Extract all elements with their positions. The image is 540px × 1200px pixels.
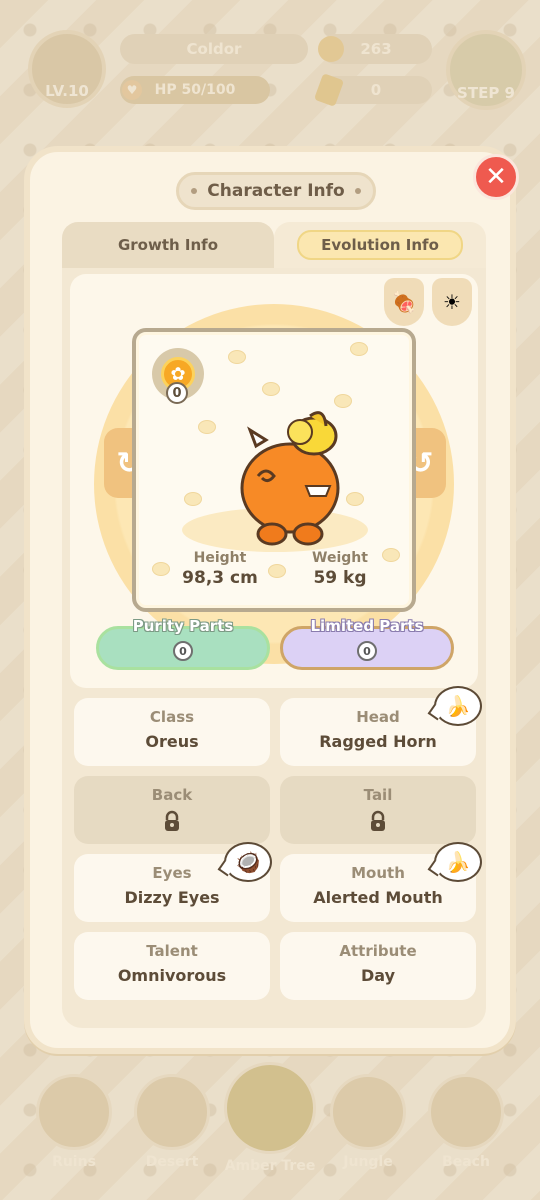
sun-icon[interactable]: ☀ <box>432 278 472 326</box>
step-badge[interactable]: STEP 9 <box>446 30 526 110</box>
weight-label: Weight <box>312 550 368 566</box>
nav-jungle[interactable]: Jungle <box>320 1074 416 1170</box>
character-info-modal: Character Info ✕ Growth Info Evolution I… <box>24 146 519 1054</box>
coin-decor <box>262 382 280 396</box>
level-badge[interactable]: LV.10 <box>28 30 106 108</box>
attr-key: Talent <box>146 942 198 960</box>
height-value: 98,3 cm <box>182 568 258 588</box>
height-stat: Height 98,3 cm <box>160 550 280 588</box>
hp-bar: HP 50/100 <box>120 76 270 104</box>
nav-amber-tree[interactable]: Amber Tree <box>222 1062 318 1174</box>
coconut-icon: 🥥 <box>224 842 272 882</box>
coin-decor <box>350 342 368 356</box>
attr-value: Day <box>360 966 395 985</box>
coin-decor <box>228 350 246 364</box>
ruins-icon <box>36 1074 112 1150</box>
title-dot-left <box>191 188 197 194</box>
modal-title: Character Info <box>176 172 376 210</box>
attr-key: Class <box>149 708 195 726</box>
character-showcase: 🍖 ☀ ↻ ↺ ✿ 0 Height 98,3 cm Weight 59 kg … <box>70 274 478 688</box>
attr-back[interactable]: Back <box>74 776 270 844</box>
tab-growth-info[interactable]: Growth Info <box>62 222 274 268</box>
tree-icon <box>224 1062 316 1154</box>
attr-tail[interactable]: Tail <box>280 776 476 844</box>
attr-value: Ragged Horn <box>319 732 437 751</box>
level-text: LV.10 <box>45 82 89 100</box>
evolution-panel: 🍖 ☀ ↻ ↺ ✿ 0 Height 98,3 cm Weight 59 kg … <box>62 268 486 1028</box>
purity-parts-label: Purity Parts <box>132 617 234 635</box>
nav-label: Desert <box>145 1154 199 1170</box>
attr-attribute[interactable]: Attribute Day <box>280 932 476 1000</box>
coin-decor <box>184 492 202 506</box>
attr-class[interactable]: Class Oreus <box>74 698 270 766</box>
nav-label: Jungle <box>343 1154 393 1170</box>
mini-icons: 🍖 ☀ <box>384 278 472 326</box>
player-name: Coldor <box>120 34 308 64</box>
nav-label: Ruins <box>52 1154 96 1170</box>
close-icon: ✕ <box>485 162 507 192</box>
food-icon[interactable]: 🍖 <box>384 278 424 326</box>
attr-value: Alerted Mouth <box>313 888 443 907</box>
title-dot-right <box>355 188 361 194</box>
modal-title-text: Character Info <box>207 181 345 201</box>
banana-icon: 🍌 <box>434 686 482 726</box>
bottom-nav: Ruins Desert Amber Tree Jungle Beach <box>0 1060 540 1200</box>
nav-ruins[interactable]: Ruins <box>26 1074 122 1170</box>
nav-beach[interactable]: Beach <box>418 1074 514 1170</box>
step-text: STEP 9 <box>457 84 515 102</box>
attr-value: Oreus <box>145 732 199 751</box>
purity-parts-count: 0 <box>173 641 193 661</box>
attr-talent[interactable]: Talent Omnivorous <box>74 932 270 1000</box>
nav-label: Beach <box>442 1154 490 1170</box>
heart-icon: ♥ <box>122 80 142 100</box>
height-label: Height <box>193 550 247 566</box>
purity-parts[interactable]: Purity Parts 0 <box>96 617 270 670</box>
banana-icon: 🍌 <box>434 842 482 882</box>
cactus-icon <box>134 1074 210 1150</box>
tab-evolution-label: Evolution Info <box>297 230 463 260</box>
nav-label: Amber Tree <box>224 1158 316 1174</box>
lock-icon <box>165 810 179 831</box>
tab-evolution-info[interactable]: Evolution Info <box>274 222 486 268</box>
info-tabs: Growth Info Evolution Info <box>62 222 486 268</box>
fruit-count: 0 <box>166 382 188 404</box>
character-card: ✿ 0 Height 98,3 cm Weight 59 kg <box>132 328 416 612</box>
attr-key: Tail <box>363 786 393 804</box>
orange-fruit-badge: ✿ 0 <box>152 348 204 404</box>
attr-value: Dizzy Eyes <box>124 888 220 907</box>
weight-value: 59 kg <box>313 568 367 588</box>
weight-stat: Weight 59 kg <box>280 550 400 588</box>
attr-key: Attribute <box>339 942 417 960</box>
limited-parts[interactable]: Limited Parts 0 <box>280 617 454 670</box>
limited-parts-count: 0 <box>357 641 377 661</box>
lock-icon <box>371 810 385 831</box>
nav-desert[interactable]: Desert <box>124 1074 220 1170</box>
jungle-icon <box>330 1074 406 1150</box>
attr-key: Back <box>151 786 193 804</box>
coin-icon <box>318 36 344 62</box>
character-sprite <box>240 411 340 546</box>
close-button[interactable]: ✕ <box>473 154 519 200</box>
attr-value: Omnivorous <box>117 966 227 985</box>
top-hud: LV.10 Coldor HP 50/100 ♥ 263 0 STEP 9 <box>0 0 540 130</box>
shell-icon <box>428 1074 504 1150</box>
limited-parts-label: Limited Parts <box>310 617 424 635</box>
